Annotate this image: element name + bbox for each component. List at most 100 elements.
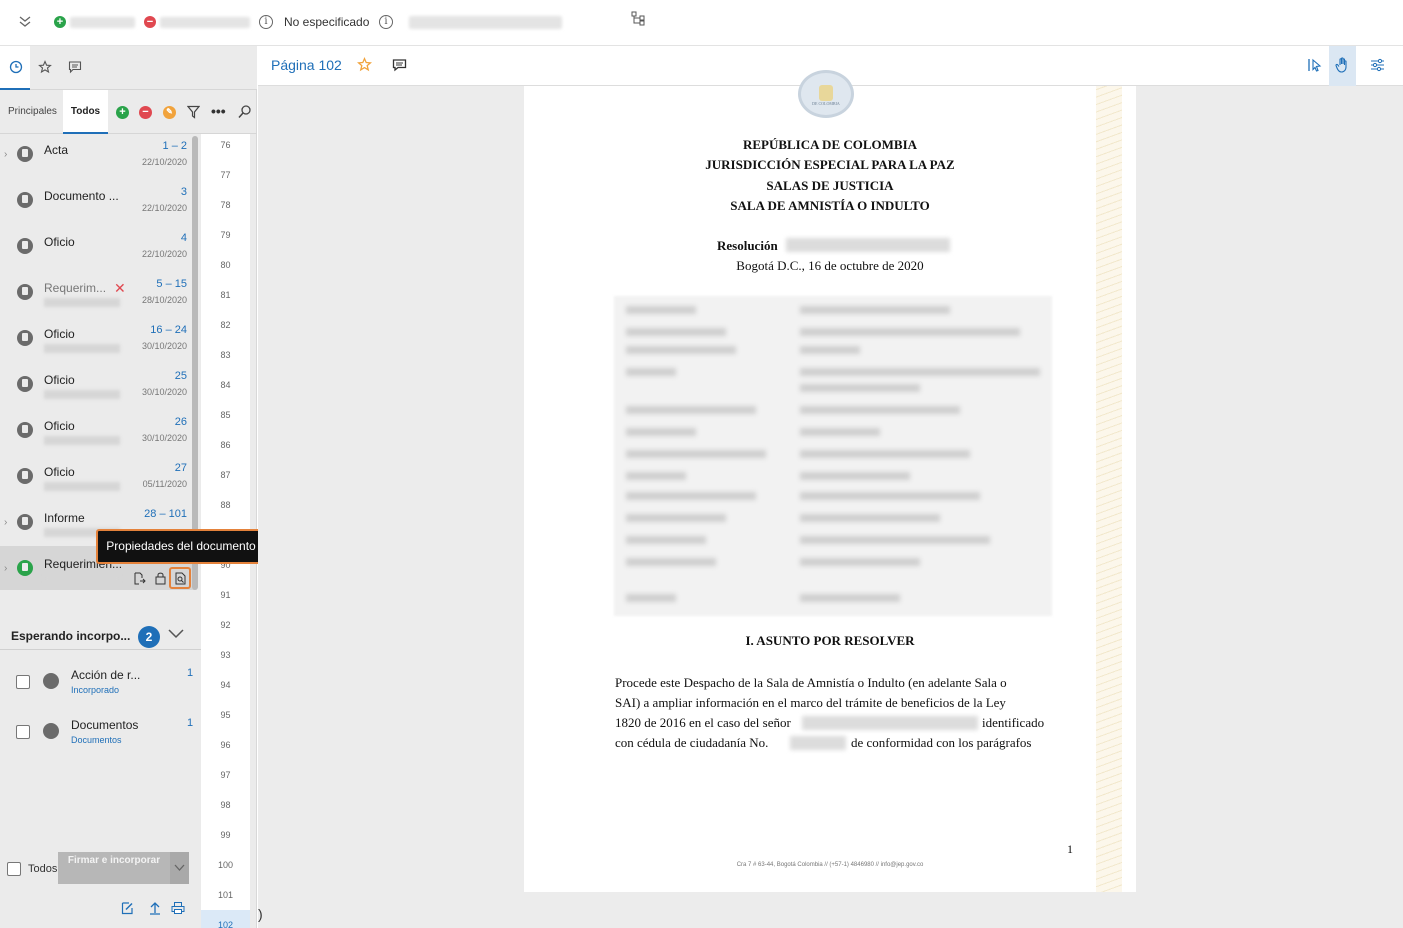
waiting-item-status[interactable]: Incorporado [71, 685, 119, 695]
filter-icon[interactable] [187, 105, 200, 119]
page-number-item[interactable]: 97 [201, 760, 250, 790]
item-checkbox[interactable] [16, 675, 30, 689]
document-pages[interactable]: 26 [175, 416, 187, 428]
page-number-item[interactable]: 98 [201, 790, 250, 820]
comment-icon[interactable] [68, 60, 82, 74]
document-pages[interactable]: 16 – 24 [150, 324, 187, 336]
document-list-item[interactable]: Oficio 27 05/11/2020 [0, 454, 195, 500]
remove-icon[interactable]: − [139, 106, 152, 119]
document-pages[interactable]: 4 [181, 232, 187, 244]
page-number-item[interactable]: 84 [201, 370, 250, 400]
page-number-item[interactable]: 85 [201, 400, 250, 430]
expand-chevron-icon[interactable]: › [4, 517, 7, 528]
document-list-scrollbar[interactable] [192, 136, 198, 592]
added-icon: + [54, 16, 66, 28]
hand-tool-button[interactable] [1329, 46, 1356, 86]
waiting-item-name: Acción de r... [71, 668, 141, 682]
page-number-item[interactable]: 81 [201, 280, 250, 310]
waiting-item-status[interactable]: Documentos [71, 735, 122, 745]
page-number-item[interactable]: 79 [201, 220, 250, 250]
more-options-icon[interactable]: ••• [211, 103, 226, 119]
waiting-section-header[interactable]: Esperando incorpo... 2 [0, 620, 201, 650]
lock-icon[interactable] [155, 571, 166, 585]
tab-principales[interactable]: Principales [8, 90, 57, 134]
page-number-item[interactable]: 82 [201, 310, 250, 340]
page-number-item[interactable]: 94 [201, 670, 250, 700]
blurred-author [44, 344, 120, 353]
select-all-checkbox[interactable] [7, 862, 21, 876]
page-number-item[interactable]: 80 [201, 250, 250, 280]
document-list-item[interactable]: Documento ... 3 22/10/2020 [0, 178, 195, 224]
blurred-author [44, 436, 120, 445]
tab-history[interactable] [0, 46, 30, 90]
sign-incorporate-button[interactable]: Firmar e incorporar [58, 852, 170, 884]
document-list-item[interactable]: Oficio 4 22/10/2020 [0, 224, 195, 270]
paragraph-line: de conformidad con los parágrafos [851, 735, 1032, 750]
document-pages[interactable]: 27 [175, 462, 187, 474]
page-number-item[interactable]: 83 [201, 340, 250, 370]
waiting-item[interactable]: Documentos Documentos 1 [0, 706, 201, 756]
page-number-item[interactable]: 91 [201, 580, 250, 610]
tab-todos[interactable]: Todos [63, 90, 108, 134]
add-icon[interactable]: + [116, 106, 129, 119]
page-number-item[interactable]: 95 [201, 700, 250, 730]
document-pages[interactable]: 5 – 15 [156, 278, 187, 290]
send-document-icon[interactable] [133, 572, 146, 585]
page-number-item[interactable]: 102 [201, 910, 250, 928]
upload-icon[interactable] [149, 901, 161, 915]
redacted-id-number [790, 736, 846, 750]
document-list-item[interactable]: Oficio 26 30/10/2020 [0, 408, 195, 454]
document-pages[interactable]: 25 [175, 370, 187, 382]
text-select-icon[interactable] [1307, 57, 1323, 73]
redacted-table [614, 296, 1052, 616]
chevron-down-icon[interactable] [168, 628, 184, 640]
page-number-item[interactable]: 88 [201, 490, 250, 520]
page-number-item[interactable]: 92 [201, 610, 250, 640]
sign-dropdown-toggle[interactable] [170, 852, 189, 884]
document-icon [43, 673, 59, 689]
scroll-thumb[interactable] [192, 136, 198, 590]
collapse-chevron-icon[interactable] [18, 14, 32, 28]
page-number-item[interactable]: 87 [201, 460, 250, 490]
waiting-item[interactable]: Acción de r... Incorporado 1 [0, 656, 201, 706]
page-number-item[interactable]: 76 [201, 134, 250, 160]
expand-chevron-icon[interactable]: › [4, 563, 7, 574]
info-icon[interactable]: i [379, 15, 393, 29]
paragraph-line: Procede este Despacho de la Sala de Amni… [615, 675, 1007, 690]
document-list-item[interactable]: Oficio 16 – 24 30/10/2020 [0, 316, 195, 362]
info-icon[interactable]: i [259, 15, 273, 29]
page-number-item[interactable]: 77 [201, 160, 250, 190]
document-properties-button[interactable] [169, 567, 191, 589]
paragraph-line: SAI) a ampliar información en el marco d… [615, 695, 1006, 710]
favorite-star-icon[interactable] [357, 57, 372, 72]
removed-icon: − [144, 16, 156, 28]
document-pages[interactable]: 3 [181, 186, 187, 198]
waiting-item-pages: 1 [187, 667, 194, 679]
page-number-item[interactable]: 101 [201, 880, 250, 910]
document-name: Documento ... [44, 189, 119, 203]
document-list-item[interactable]: Requerim... 5 – 15 28/10/2020 ✕ [0, 270, 195, 316]
document-pages[interactable]: 1 – 2 [163, 140, 187, 152]
document-date: 28/10/2020 [141, 295, 187, 305]
print-icon[interactable] [171, 901, 185, 915]
search-icon[interactable] [238, 105, 251, 119]
page-number-item[interactable]: 100 [201, 850, 250, 880]
expand-chevron-icon[interactable]: › [4, 149, 7, 160]
page-number-item[interactable]: 86 [201, 430, 250, 460]
document-list-item[interactable]: Oficio 25 30/10/2020 [0, 362, 195, 408]
page-number-item[interactable]: 96 [201, 730, 250, 760]
edit-icon[interactable]: ✎ [163, 106, 176, 119]
page-number-item[interactable]: 93 [201, 640, 250, 670]
document-pages[interactable]: 28 – 101 [144, 508, 187, 520]
document-list-item[interactable]: › Acta 1 – 2 22/10/2020 [0, 134, 195, 178]
page-number-item[interactable]: 78 [201, 190, 250, 220]
settings-sliders-icon[interactable] [1370, 58, 1385, 72]
page-number-item[interactable]: 99 [201, 820, 250, 850]
item-checkbox[interactable] [16, 725, 30, 739]
document-date: 22/10/2020 [141, 203, 187, 213]
tree-structure-icon[interactable] [630, 10, 646, 26]
document-viewer[interactable]: DE COLOMBIA REPÚBLICA DE COLOMBIA JURISD… [258, 70, 1403, 928]
comment-icon[interactable] [392, 58, 407, 72]
edit-document-icon[interactable] [121, 901, 134, 915]
star-icon[interactable] [38, 60, 52, 74]
